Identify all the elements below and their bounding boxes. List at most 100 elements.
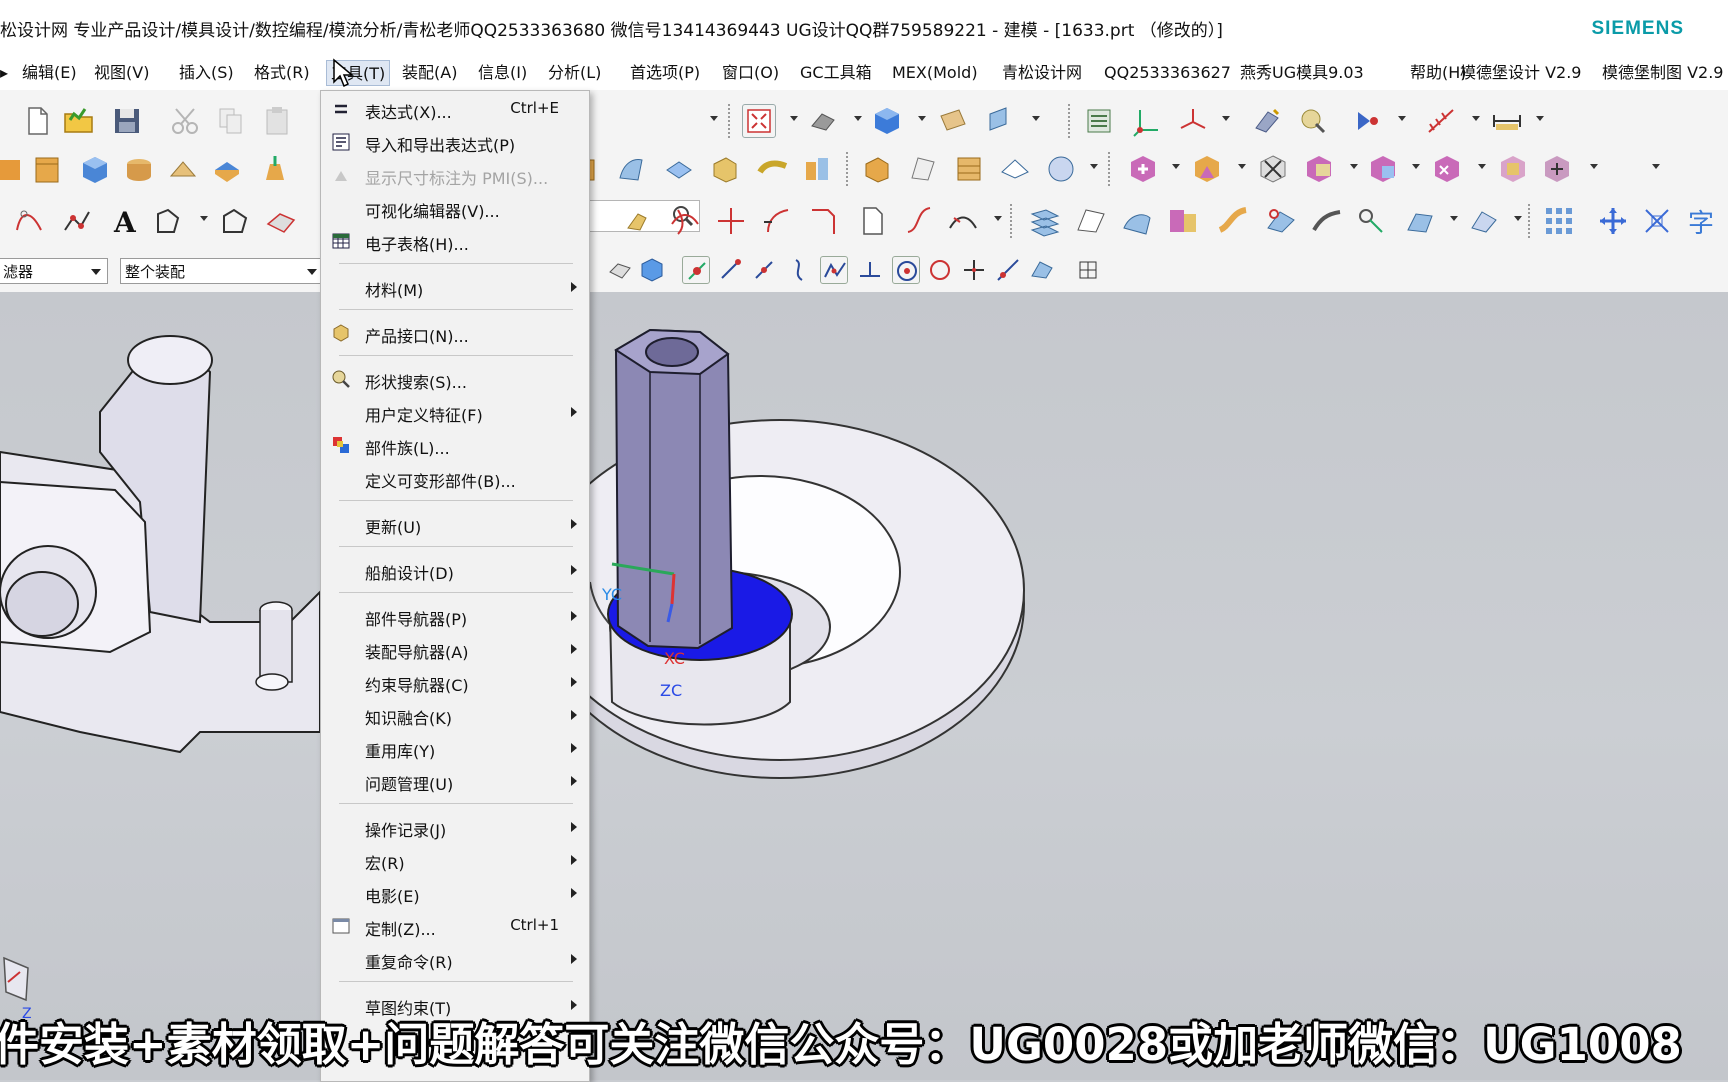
pattern-dropdown-icon[interactable] (1172, 164, 1180, 169)
distance-dropdown-icon[interactable] (1536, 116, 1544, 121)
datum-csys-icon[interactable] (1176, 104, 1210, 138)
control-point-icon[interactable] (786, 256, 814, 284)
boss-icon[interactable] (166, 152, 200, 186)
assembly-constraint-icon[interactable] (1640, 204, 1674, 238)
measure-dropdown-icon[interactable] (1472, 116, 1480, 121)
point-on-face-icon[interactable] (1028, 256, 1056, 284)
move-object-icon[interactable] (984, 104, 1018, 138)
scope-filter-select[interactable]: 整个装配 (120, 258, 324, 284)
move-face-dropdown-icon[interactable] (1590, 164, 1598, 169)
shade-dropdown-icon[interactable] (918, 116, 926, 121)
chamfer-curve-icon[interactable] (806, 204, 840, 238)
render-dropdown-icon[interactable] (854, 116, 862, 121)
move-component-icon[interactable] (1596, 204, 1630, 238)
split-body-icon[interactable] (800, 152, 834, 186)
document-curve-icon[interactable] (856, 204, 890, 238)
fit-view-icon[interactable] (742, 104, 776, 138)
text-icon[interactable]: A (108, 204, 142, 239)
search-dropdown-icon[interactable] (710, 116, 718, 121)
blend-dropdown-icon[interactable] (1238, 164, 1246, 169)
menu-item-import-export-expressions[interactable]: 导入和导出表达式(P) (321, 127, 587, 157)
menu-item-assembly-navigator[interactable]: 装配导航器(A) (321, 634, 587, 664)
offset-face-icon[interactable] (662, 152, 696, 186)
menu-item-part-navigator[interactable]: 部件导航器(P) (321, 601, 587, 631)
menu-item-spreadsheet[interactable]: 电子表格(H)... (321, 226, 587, 256)
menu-item-repeat-command[interactable]: 重复命令(R) (321, 944, 587, 974)
section-surface-icon[interactable] (1264, 204, 1298, 238)
curve-dropdown-icon[interactable] (994, 216, 1002, 221)
view-dropdown-icon[interactable] (790, 116, 798, 121)
snap-point-icon[interactable] (682, 256, 710, 284)
pattern-feature-icon[interactable] (1126, 152, 1160, 186)
menu-information[interactable]: 信息(I) (474, 60, 531, 86)
point-set-icon[interactable] (60, 204, 94, 238)
swept-surface-icon[interactable] (614, 152, 648, 186)
chamfer-icon[interactable] (1256, 152, 1290, 186)
analysis-icon[interactable] (1296, 104, 1330, 138)
annotation-text-icon[interactable]: 字 (1686, 204, 1720, 239)
hole-icon[interactable] (1302, 152, 1336, 186)
menu-modebao-design[interactable]: 模德堡设计 V2.9 (1456, 60, 1585, 86)
menu-modebao-drawing[interactable]: 模德堡制图 V2.9 (1598, 60, 1727, 86)
face-analysis-icon[interactable] (1402, 204, 1436, 238)
swept-mesh-icon[interactable] (1216, 204, 1250, 238)
select-body-icon[interactable] (638, 256, 666, 284)
move-face-icon[interactable] (1540, 152, 1574, 186)
menu-window[interactable]: 窗口(O) (718, 60, 783, 86)
menu-file-edge[interactable]: ▸ (0, 60, 12, 86)
bridge-curve-icon[interactable] (902, 204, 936, 238)
graphics-viewport[interactable]: YC XC ZC Z (0, 292, 1728, 1080)
pad-icon[interactable] (210, 152, 244, 186)
layer-settings-icon[interactable] (1082, 104, 1116, 138)
menu-item-customize[interactable]: 定制(Z)... Ctrl+1 (321, 911, 587, 941)
sketch-icon[interactable] (1250, 104, 1284, 138)
perpendicular-icon[interactable] (856, 256, 884, 284)
through-curves-icon[interactable] (1028, 204, 1062, 238)
extract-geometry-icon[interactable] (1496, 152, 1530, 186)
trim-curve-icon[interactable] (714, 204, 748, 238)
menu-format[interactable]: 格式(R) (250, 60, 314, 86)
surface-patch-icon[interactable] (906, 152, 940, 186)
quadrant-point-icon[interactable] (926, 256, 954, 284)
face-dropdown-icon[interactable] (1450, 216, 1458, 221)
block-icon[interactable] (78, 152, 112, 186)
menu-item-ship-design[interactable]: 船舶设计(D) (321, 555, 587, 585)
thread-dropdown-icon[interactable] (1412, 164, 1420, 169)
wcs-origin-icon[interactable] (1130, 104, 1164, 138)
menu-item-shape-search[interactable]: 形状搜索(S)... (321, 364, 587, 394)
menu-edit[interactable]: 编辑(E) (18, 60, 81, 86)
point-on-curve-icon[interactable] (994, 256, 1022, 284)
existing-point-icon[interactable] (960, 256, 988, 284)
menu-item-user-defined-feature[interactable]: 用户定义特征(F) (321, 397, 587, 427)
measure-distance-icon[interactable] (1490, 104, 1524, 138)
menu-insert[interactable]: 插入(S) (175, 60, 238, 86)
cut-icon[interactable] (168, 104, 202, 138)
n-sided-surface-icon[interactable] (1120, 204, 1154, 238)
replace-face-icon[interactable] (756, 152, 790, 186)
sketch-profile-icon[interactable] (152, 204, 186, 238)
ruled-surface-icon[interactable] (1074, 204, 1108, 238)
open-folder-icon[interactable] (62, 104, 96, 138)
menu-item-part-family[interactable]: 部件族(L)... (321, 430, 587, 460)
snap-dropdown-icon[interactable] (1398, 116, 1406, 121)
menu-view[interactable]: 视图(V) (90, 60, 153, 86)
grid-layout-icon[interactable] (1542, 204, 1576, 238)
project-curve-icon[interactable] (218, 204, 252, 238)
menu-item-reuse-library[interactable]: 重用库(Y) (321, 733, 587, 763)
cylinder-icon[interactable] (122, 152, 156, 186)
extrude-icon[interactable] (0, 152, 24, 186)
synchronous-icon[interactable] (1466, 204, 1500, 238)
menu-item-movie[interactable]: 电影(E) (321, 878, 587, 908)
revolve-icon[interactable] (30, 152, 64, 186)
grid-snap-icon[interactable] (1074, 256, 1102, 284)
hole-dropdown-icon[interactable] (1350, 164, 1358, 169)
sphere-surface-icon[interactable] (998, 152, 1032, 186)
feature-dropdown-icon[interactable] (1090, 164, 1098, 169)
arc-center-icon[interactable] (892, 256, 920, 284)
menu-item-macro[interactable]: 宏(R) (321, 845, 587, 875)
render-style-icon[interactable] (806, 104, 840, 138)
csys-dropdown-icon[interactable] (1222, 116, 1230, 121)
menu-item-update[interactable]: 更新(U) (321, 509, 587, 539)
mirror-feature-icon[interactable] (1430, 152, 1464, 186)
save-icon[interactable] (110, 104, 144, 138)
